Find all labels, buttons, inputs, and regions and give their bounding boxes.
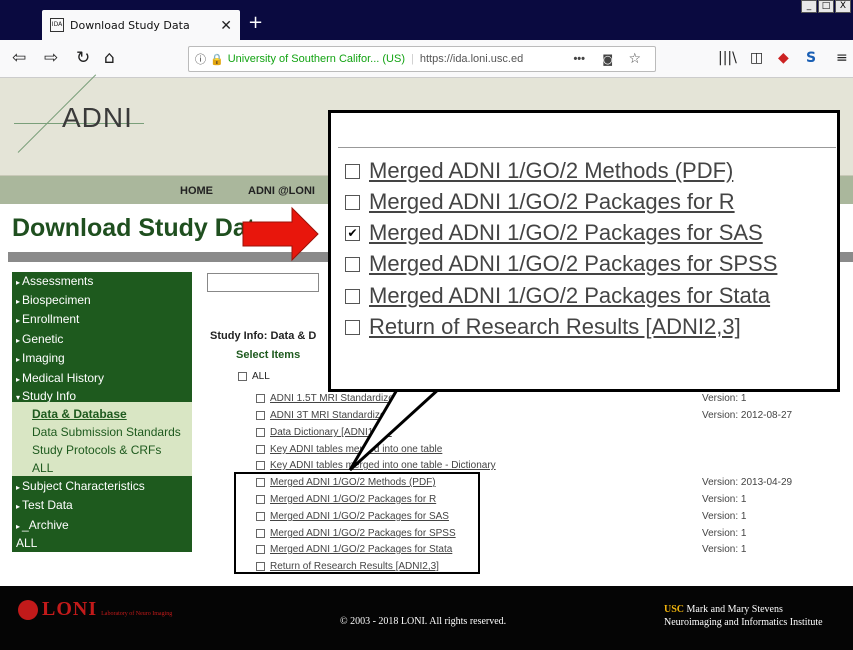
loni-subtitle: Laboratory of Neuro Imaging	[101, 610, 173, 617]
callout-checkbox[interactable]	[345, 163, 360, 179]
callout-link[interactable]: Merged ADNI 1/GO/2 Packages for Stata	[369, 283, 770, 309]
callout-pointer	[348, 386, 444, 472]
usc-line2: Neuroimaging and Informatics Institute	[664, 617, 823, 628]
callout-checkbox[interactable]	[345, 194, 360, 210]
loni-wordmark: LONI	[42, 598, 98, 620]
brain-icon	[18, 599, 38, 620]
usc-line1: Mark and Mary Stevens	[686, 604, 783, 615]
callout-zoom: Merged ADNI 1/GO/2 Methods (PDF) Merged …	[328, 110, 840, 392]
red-arrow-icon	[242, 206, 319, 262]
callout-link[interactable]: Merged ADNI 1/GO/2 Packages for SAS	[369, 220, 763, 246]
callout-checkbox[interactable]	[345, 288, 360, 304]
callout-divider	[338, 147, 836, 148]
callout-link[interactable]: Return of Research Results [ADNI2,3]	[369, 314, 741, 340]
callout-link[interactable]: Merged ADNI 1/GO/2 Packages for SPSS	[369, 251, 777, 277]
callout-item[interactable]: Return of Research Results [ADNI2,3]	[345, 314, 741, 340]
usc-logo[interactable]: USC Mark and Mary Stevens Neuroimaging a…	[664, 603, 823, 629]
callout-link[interactable]: Merged ADNI 1/GO/2 Packages for R	[369, 189, 735, 215]
callout-checkbox[interactable]	[345, 319, 360, 335]
callout-link[interactable]: Merged ADNI 1/GO/2 Methods (PDF)	[369, 158, 733, 184]
callout-item[interactable]: Merged ADNI 1/GO/2 Packages for Stata	[345, 283, 770, 309]
callout-checkbox[interactable]	[345, 256, 360, 272]
callout-item[interactable]: ✔ Merged ADNI 1/GO/2 Packages for SAS	[345, 220, 763, 246]
loni-logo[interactable]: LONI Laboratory of Neuro Imaging	[18, 598, 172, 621]
usc-mark: USC	[664, 604, 685, 615]
copyright: © 2003 - 2018 LONI. All rights reserved.	[340, 616, 507, 627]
callout-item[interactable]: Merged ADNI 1/GO/2 Methods (PDF)	[345, 158, 733, 184]
callout-item[interactable]: Merged ADNI 1/GO/2 Packages for R	[345, 189, 735, 215]
callout-item[interactable]: Merged ADNI 1/GO/2 Packages for SPSS	[345, 251, 777, 277]
callout-checkbox-checked[interactable]: ✔	[345, 225, 360, 241]
